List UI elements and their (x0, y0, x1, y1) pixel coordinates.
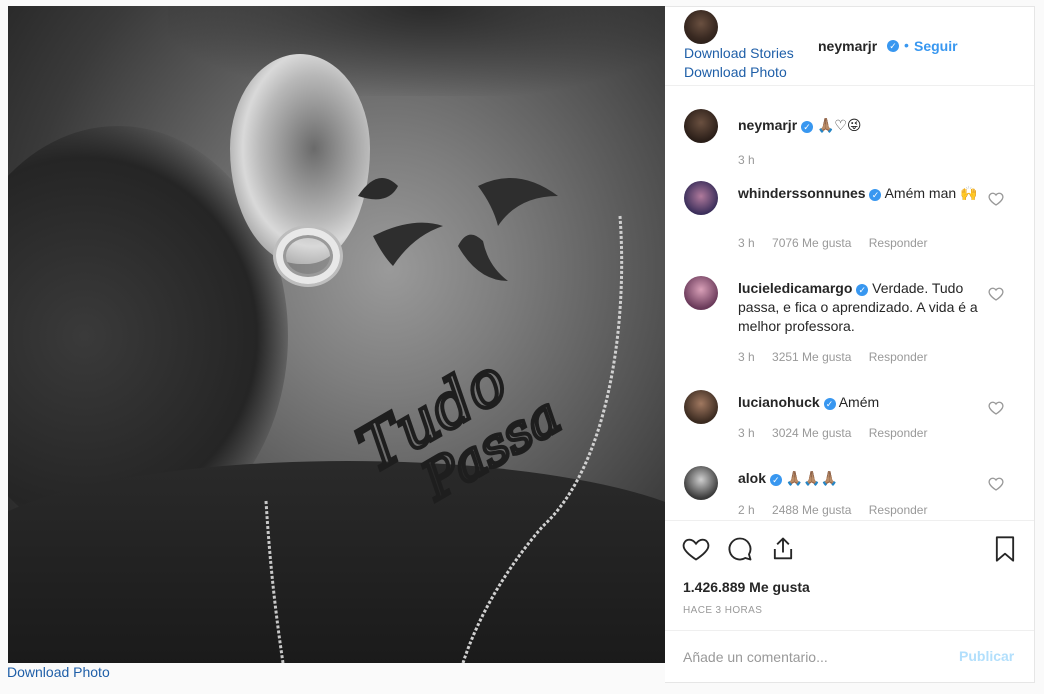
post-actions: 1.426.889 Me gusta HACE 3 HORAS (665, 520, 1034, 630)
reply-button[interactable]: Responder (869, 503, 928, 517)
comment-like-heart-icon[interactable] (988, 400, 1004, 416)
comment-likes[interactable]: 2488 Me gusta (772, 503, 851, 517)
author-avatar[interactable] (684, 10, 718, 44)
verified-badge-icon: ✓ (869, 189, 882, 201)
comment-input[interactable] (683, 645, 943, 669)
comment-body: alok ✓ 🙏🏽🙏🏽🙏🏽 (738, 469, 978, 488)
publish-button[interactable]: Publicar (959, 648, 1014, 664)
comment-meta: 3 h 3251 Me gusta Responder (738, 350, 941, 364)
post-header: Download Stories Download Photo neymarjr… (665, 7, 1034, 86)
post-side-panel: Download Stories Download Photo neymarjr… (665, 6, 1035, 683)
commenter-avatar[interactable] (684, 276, 718, 310)
comment-meta: 3 h 7076 Me gusta Responder (738, 236, 941, 250)
download-photo-link[interactable]: Download Photo (684, 64, 787, 80)
comment-time: 2 h (738, 503, 755, 517)
comment-body: lucianohuck ✓ Amém (738, 393, 978, 412)
comment-bubble-icon[interactable] (726, 535, 754, 563)
commenter-avatar[interactable] (684, 109, 718, 143)
comment-likes[interactable]: 7076 Me gusta (772, 236, 851, 250)
comment-body: lucieledicamargo ✓ Verdade. Tudo passa, … (738, 279, 978, 336)
download-photo-link-bottom[interactable]: Download Photo (7, 664, 110, 680)
comment-like-heart-icon[interactable] (988, 286, 1004, 302)
post-timestamp: HACE 3 HORAS (683, 605, 763, 616)
comment-likes[interactable]: 3024 Me gusta (772, 426, 851, 440)
commenter-username[interactable]: alok (738, 470, 766, 486)
bookmark-icon[interactable] (991, 535, 1019, 563)
download-stories-link[interactable]: Download Stories (684, 45, 794, 61)
post-photo[interactable]: Tudo Passa (8, 6, 665, 663)
commenter-username[interactable]: lucianohuck (738, 394, 820, 410)
comment-like-heart-icon[interactable] (988, 476, 1004, 492)
comment-meta: 3 h (738, 153, 769, 167)
comment-time: 3 h (738, 426, 755, 440)
commenter-avatar[interactable] (684, 390, 718, 424)
reply-button[interactable]: Responder (869, 350, 928, 364)
share-icon[interactable] (769, 535, 797, 563)
reply-button[interactable]: Responder (869, 426, 928, 440)
commenter-username[interactable]: neymarjr (738, 117, 797, 133)
author-username[interactable]: neymarjr (818, 38, 877, 54)
comment-text: Amém (838, 394, 880, 410)
commenter-username[interactable]: whinderssonnunes (738, 185, 866, 201)
comments-list[interactable]: neymarjr ✓ 🙏🏽♡😜 3 h whinderssonnunes ✓ A… (665, 87, 1034, 520)
commenter-avatar[interactable] (684, 181, 718, 215)
comment-meta: 3 h 3024 Me gusta Responder (738, 426, 941, 440)
comment-text: 🙏🏽🙏🏽🙏🏽 (785, 470, 839, 486)
comment-text: 🙏🏽♡😜 (816, 117, 862, 133)
comment-meta: 2 h 2488 Me gusta Responder (738, 503, 941, 517)
comment-text: Amém man 🙌 (884, 185, 978, 201)
comment-time: 3 h (738, 350, 755, 364)
verified-badge-icon: ✓ (856, 284, 869, 296)
likes-count[interactable]: 1.426.889 Me gusta (683, 579, 810, 595)
add-comment-bar: Publicar (665, 630, 1034, 684)
verified-badge-icon: ✓ (887, 40, 899, 52)
commenter-username[interactable]: lucieledicamargo (738, 280, 852, 296)
comment-body: neymarjr ✓ 🙏🏽♡😜 (738, 116, 978, 135)
comment-time: 3 h (738, 236, 755, 250)
follow-button[interactable]: Seguir (914, 38, 958, 54)
reply-button[interactable]: Responder (869, 236, 928, 250)
verified-badge-icon: ✓ (801, 121, 814, 133)
header-separator: • (904, 37, 909, 53)
verified-badge-icon: ✓ (823, 398, 836, 410)
verified-badge-icon: ✓ (769, 474, 782, 486)
comment-time: 3 h (738, 153, 755, 167)
comment-like-heart-icon[interactable] (988, 191, 1004, 207)
comment-body: whinderssonnunes ✓ Amém man 🙌 (738, 184, 978, 203)
commenter-avatar[interactable] (684, 466, 718, 500)
photo-tattoo-art: Tudo Passa (264, 178, 624, 663)
comment-likes[interactable]: 3251 Me gusta (772, 350, 851, 364)
heart-icon[interactable] (682, 535, 710, 563)
